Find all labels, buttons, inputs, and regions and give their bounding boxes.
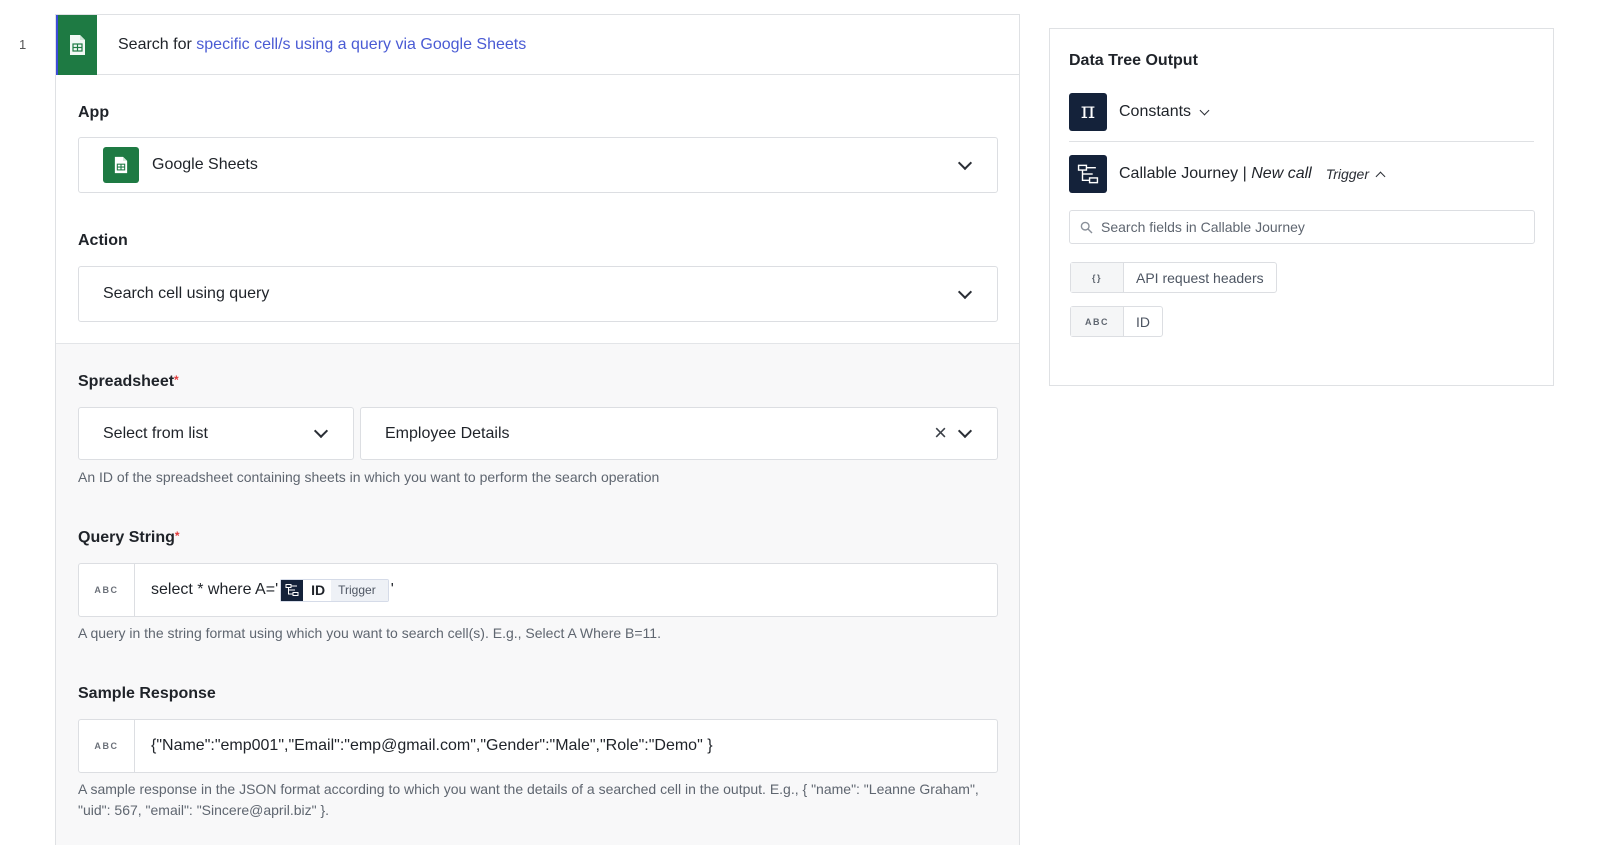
callable-journey-icon [281,579,304,601]
query-prefix: select * where A=' [151,581,279,598]
chip-name: ID [311,582,326,598]
input-fields-section: Spreadsheet* Select from list Employee D… [56,344,1019,845]
google-sheets-icon [70,34,85,55]
chevron-down-icon[interactable] [1199,105,1210,115]
query-string-label: Query String* [78,529,180,546]
required-mark: * [174,373,179,387]
step-number: 1 [19,37,27,52]
chevron-down-icon [957,155,973,171]
app-select-value: Google Sheets [152,156,258,173]
action-select[interactable]: Search cell using query [78,266,998,322]
abc-type-tag: ABC [79,564,135,616]
sample-response-label: Sample Response [78,685,216,702]
google-sheets-icon [103,147,139,183]
query-string-input[interactable]: ABC select * where A=' ID Trigger ' [78,563,998,617]
pi-icon: π [1069,93,1107,131]
field-api-request-headers[interactable]: {} API request headers [1070,262,1277,293]
query-string-value: select * where A=' ID Trigger ' [151,578,394,602]
constants-label: Constants [1119,103,1192,120]
spreadsheet-select[interactable]: Employee Details × [360,407,998,460]
spreadsheet-label: Spreadsheet* [78,373,179,390]
spreadsheet-helper: An ID of the spreadsheet containing shee… [78,469,660,485]
step-title-prefix: Search for [118,35,197,53]
field-name: API request headers [1136,269,1264,286]
abc-type-tag: ABC [1071,307,1124,336]
clear-icon[interactable]: × [934,421,947,445]
data-tree-panel: Data Tree Output π Constants Callable Jo… [1049,28,1554,386]
step-header[interactable]: Search for specific cell/s using a query… [56,14,1019,75]
callable-journey-label: Callable Journey | New call [1119,165,1312,182]
trigger-label: Trigger [1325,166,1370,182]
step-card: Search for specific cell/s using a query… [55,14,1020,845]
app-label: App [78,104,110,121]
new-call-label: New call [1251,165,1312,182]
sample-response-helper: A sample response in the JSON format acc… [78,781,979,818]
object-type-tag: {} [1071,263,1124,292]
search-placeholder: Search fields in Callable Journey [1101,219,1305,235]
field-name: ID [1136,313,1150,330]
data-tree-title: Data Tree Output [1069,52,1198,69]
field-id[interactable]: ABC ID [1070,306,1163,337]
action-select-value: Search cell using query [103,285,270,302]
chevron-down-icon [313,423,329,439]
search-icon [1080,221,1093,233]
chevron-down-icon [957,284,973,300]
step-app-tile [56,14,97,75]
step-title-accent[interactable]: specific cell/s using a query via Google… [196,36,526,53]
required-mark: * [174,529,180,543]
sample-response-input[interactable]: ABC {"Name":"emp001","Email":"emp@gmail.… [78,719,998,773]
field-search-input[interactable]: Search fields in Callable Journey [1069,210,1535,244]
query-string-helper: A query in the string format using which… [78,625,661,641]
query-suffix: ' [390,581,394,598]
spreadsheet-mode-select[interactable]: Select from list [78,407,354,460]
chevron-up-icon[interactable] [1375,171,1386,181]
divider [1069,141,1534,142]
app-select[interactable]: Google Sheets [78,137,998,193]
id-trigger-chip[interactable]: ID Trigger [280,578,389,602]
chevron-down-icon[interactable] [957,423,973,439]
spreadsheet-mode-value: Select from list [103,424,208,442]
app-action-section: App Google Sheets Action Search cell usi… [56,75,1019,344]
constants-node[interactable]: π Constants [1069,93,1210,131]
callable-journey-icon [1069,155,1107,193]
abc-type-tag: ABC [79,720,135,772]
action-label: Action [78,232,128,249]
step-title: Search for specific cell/s using a query… [118,36,526,54]
spreadsheet-value: Employee Details [385,424,510,442]
chip-trigger-tag: Trigger [331,579,388,601]
callable-journey-node[interactable]: Callable Journey | New call Trigger [1069,155,1386,193]
sample-response-value: {"Name":"emp001","Email":"emp@gmail.com"… [151,737,713,754]
